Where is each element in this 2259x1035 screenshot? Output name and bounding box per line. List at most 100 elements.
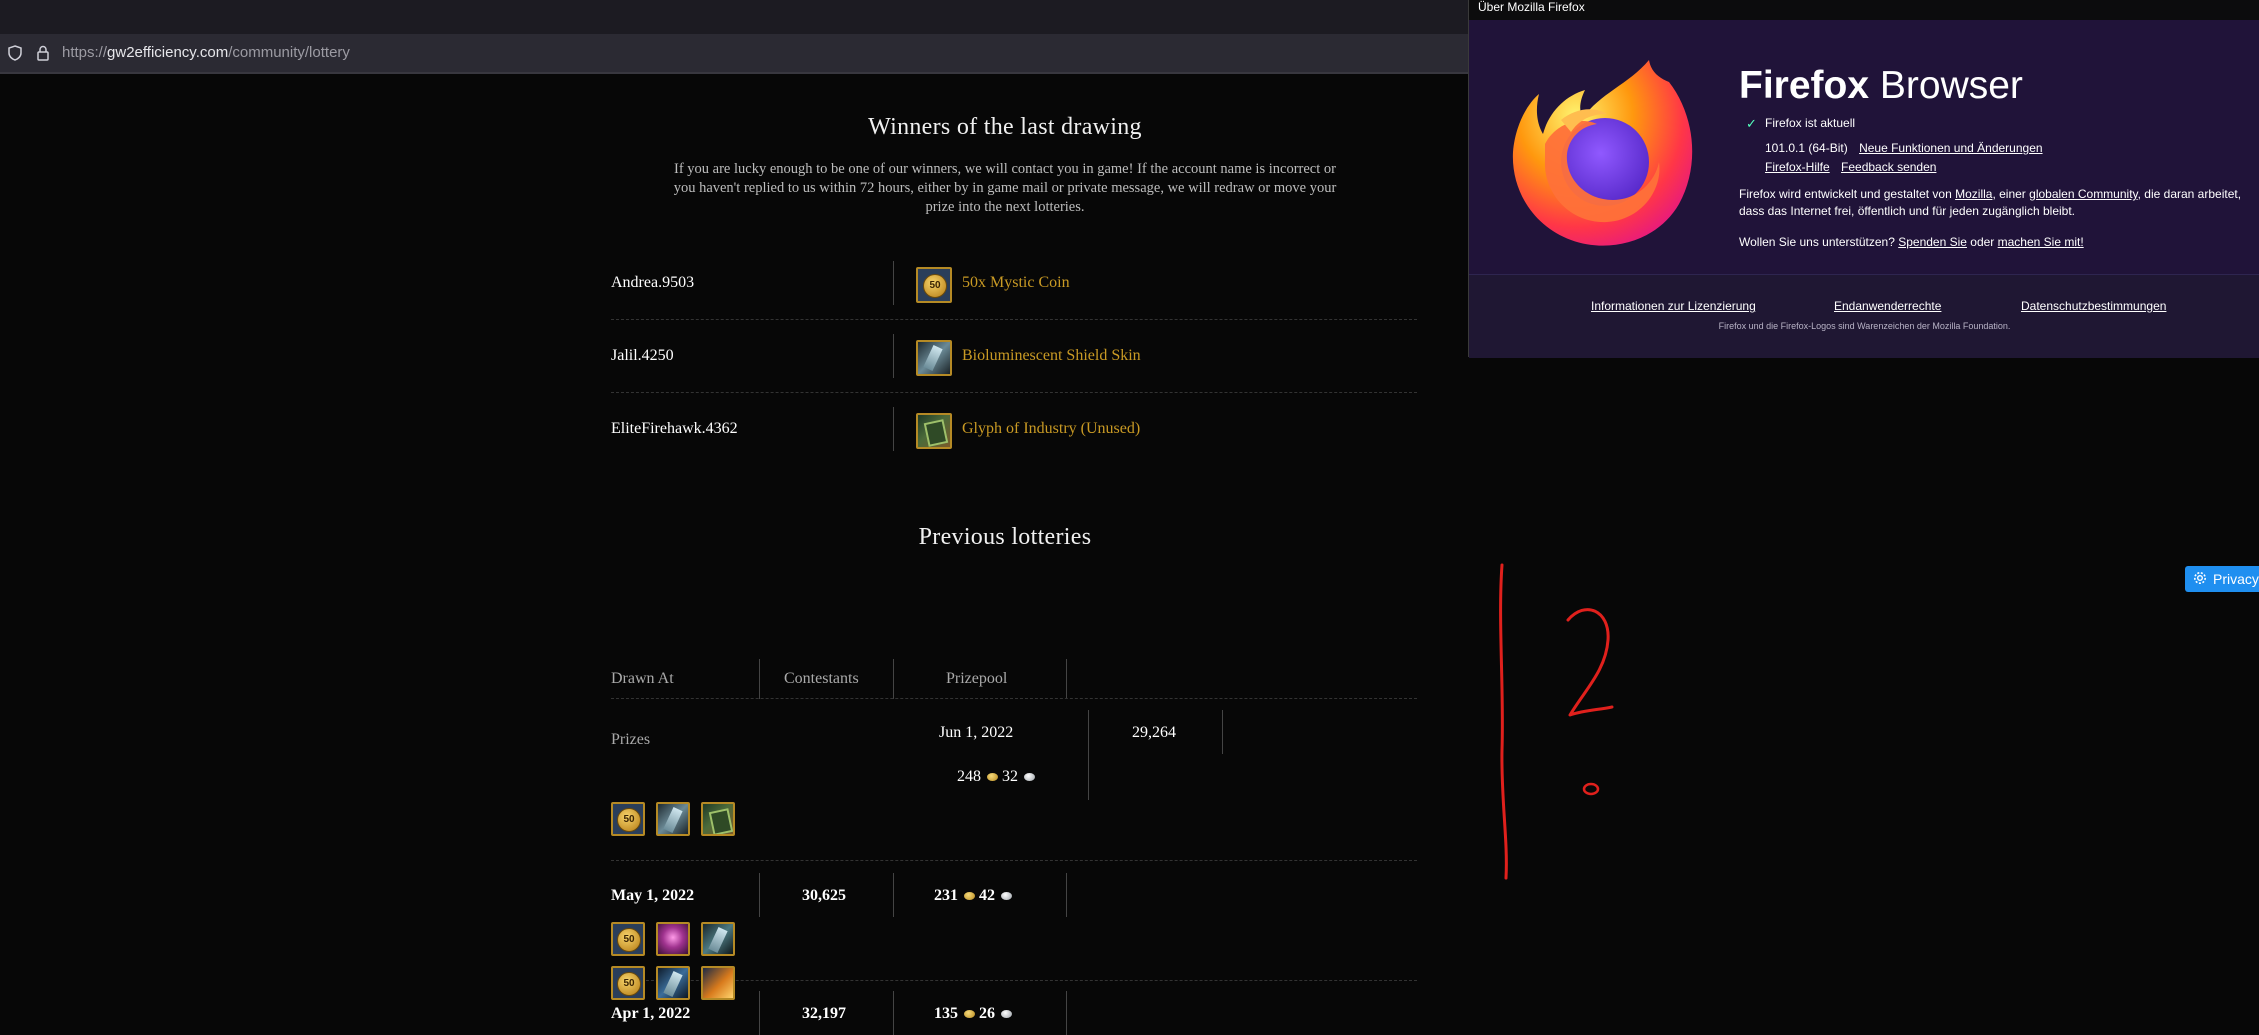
gold-coin-icon	[964, 892, 975, 901]
rights-link[interactable]: Endanwenderrechte	[1834, 299, 1941, 313]
divider	[1066, 873, 1067, 917]
divider	[893, 659, 894, 699]
winner-prize-link[interactable]: Glyph of Industry (Unused)	[962, 393, 1140, 465]
divider	[611, 698, 1417, 699]
feedback-link[interactable]: Feedback senden	[1841, 160, 1936, 174]
version-number: 101.0.1 (64-Bit)	[1765, 141, 1848, 155]
prize-icons: 50	[611, 966, 735, 1000]
silver-amount: 26	[979, 1005, 995, 1022]
gold-amount: 135	[934, 1005, 958, 1022]
lottery-page: Winners of the last drawing If you are l…	[0, 74, 1469, 1035]
divider	[759, 991, 760, 1035]
dialog-footer: Informationen zur Lizenzierung Endanwend…	[1469, 274, 2259, 358]
about-firefox-dialog: Über Mozilla Firefox Firefox Browser ✓ F…	[1468, 0, 2259, 358]
weapon-skin-icon[interactable]	[701, 922, 735, 956]
dialog-title: Über Mozilla Firefox	[1469, 0, 2259, 20]
trademark-notice: Firefox und die Firefox-Logos sind Waren…	[1718, 321, 2011, 331]
winner-name: Jalil.4250	[611, 347, 674, 364]
lottery-date: Apr 1, 2022	[611, 1005, 691, 1022]
winners-intro: If you are lucky enough to be one of our…	[673, 161, 1337, 215]
prize-icons: 50	[611, 802, 735, 836]
shield-skin-icon[interactable]	[656, 802, 690, 836]
divider	[893, 873, 894, 917]
winner-prize-link[interactable]: 50x Mystic Coin	[962, 247, 1070, 319]
divider	[759, 659, 760, 699]
armor-skin-icon[interactable]	[656, 966, 690, 1000]
winner-prize-link[interactable]: Bioluminescent Shield Skin	[962, 320, 1141, 392]
lottery-contestants: 32,197	[802, 1005, 846, 1022]
header-prizes: Prizes	[611, 731, 651, 748]
lottery-date: May 1, 2022	[611, 887, 695, 904]
winner-name: EliteFirehawk.4362	[611, 420, 738, 437]
support-line: Wollen Sie uns unterstützen? Spenden Sie…	[1739, 235, 2084, 249]
description: Firefox wird entwickelt und gestaltet vo…	[1739, 187, 2242, 218]
winner-row: Andrea.9503 50 50x Mystic Coin	[611, 247, 1417, 320]
handwritten-annotation	[1499, 563, 1614, 880]
divider	[1088, 710, 1089, 800]
help-link[interactable]: Firefox-Hilfe	[1765, 160, 1830, 174]
divider	[893, 334, 894, 378]
get-involved-link[interactable]: machen Sie mit!	[1998, 235, 2084, 249]
privacy-button[interactable]: Privacy	[2185, 566, 2259, 592]
mystic-coin-icon[interactable]: 50	[611, 922, 645, 956]
checkmark-icon: ✓	[1746, 116, 1757, 131]
donate-link[interactable]: Spenden Sie	[1898, 235, 1967, 249]
lottery-contestants: 29,264	[1132, 724, 1176, 741]
silver-coin-icon	[1001, 892, 1012, 901]
winner-row: EliteFirehawk.4362 Glyph of Industry (Un…	[611, 393, 1417, 465]
divider	[893, 407, 894, 451]
address-bar[interactable]: https://gw2efficiency.com/community/lott…	[0, 34, 1469, 74]
gear-icon	[2194, 572, 2206, 584]
silver-amount: 42	[979, 887, 995, 904]
firefox-brand: Firefox Browser	[1739, 64, 2023, 108]
divider	[1066, 659, 1067, 699]
tracking-shield-icon[interactable]	[8, 45, 22, 61]
divider	[1066, 991, 1067, 1035]
community-link[interactable]: globalen Community	[2029, 187, 2138, 201]
glyph-icon[interactable]	[701, 802, 735, 836]
update-status: Firefox ist aktuell	[1765, 116, 1856, 130]
changes-link[interactable]: Neue Funktionen und Änderungen	[1859, 141, 2042, 155]
magic-burst-icon[interactable]	[656, 922, 690, 956]
winner-name: Andrea.9503	[611, 274, 695, 291]
header-contestants: Contestants	[784, 670, 859, 687]
url-path: /community/lottery	[228, 44, 350, 61]
mozilla-link[interactable]: Mozilla	[1955, 187, 1992, 201]
mystic-coin-icon[interactable]: 50	[916, 267, 952, 303]
lottery-prizepool: 231 42	[934, 887, 1012, 905]
url-host: gw2efficiency.com	[107, 44, 229, 61]
divider	[893, 261, 894, 305]
header-prizepool: Prizepool	[946, 670, 1008, 687]
gold-amount: 248	[957, 768, 981, 785]
prize-icons: 50	[611, 922, 735, 956]
privacy-policy-link[interactable]: Datenschutzbestimmungen	[2021, 299, 2166, 313]
shield-skin-icon[interactable]	[916, 340, 952, 376]
divider	[893, 991, 894, 1035]
glyph-icon[interactable]	[916, 413, 952, 449]
previous-lotteries-title: Previous lotteries	[918, 524, 1092, 550]
mystic-coin-icon[interactable]: 50	[611, 802, 645, 836]
mystic-coin-icon[interactable]: 50	[611, 966, 645, 1000]
lock-icon[interactable]	[36, 45, 50, 61]
license-link[interactable]: Informationen zur Lizenzierung	[1591, 299, 1756, 313]
dialog-upper: Firefox Browser ✓ Firefox ist aktuell 10…	[1469, 20, 2259, 274]
gold-amount: 231	[934, 887, 958, 904]
url-prefix: https://	[62, 44, 108, 61]
help-links: Firefox-Hilfe Feedback senden	[1765, 160, 1936, 174]
silver-coin-icon	[1001, 1010, 1012, 1019]
divider	[759, 873, 760, 917]
privacy-label: Privacy	[2213, 571, 2259, 587]
fire-item-icon[interactable]	[701, 966, 735, 1000]
browser-tab-strip	[0, 0, 1469, 34]
divider	[611, 860, 1417, 861]
version-line: 101.0.1 (64-Bit) Neue Funktionen und Änd…	[1765, 141, 2043, 155]
url-text[interactable]: https://gw2efficiency.com/community/lott…	[62, 44, 350, 61]
lottery-prizepool: 248 32	[957, 768, 1035, 786]
lottery-date: Jun 1, 2022	[939, 724, 1014, 741]
silver-coin-icon	[1024, 773, 1035, 782]
firefox-logo-icon	[1512, 60, 1693, 246]
header-drawn-at: Drawn At	[611, 670, 674, 687]
lottery-contestants: 30,625	[802, 887, 846, 904]
silver-amount: 32	[1002, 768, 1018, 785]
winner-row: Jalil.4250 Bioluminescent Shield Skin	[611, 320, 1417, 393]
